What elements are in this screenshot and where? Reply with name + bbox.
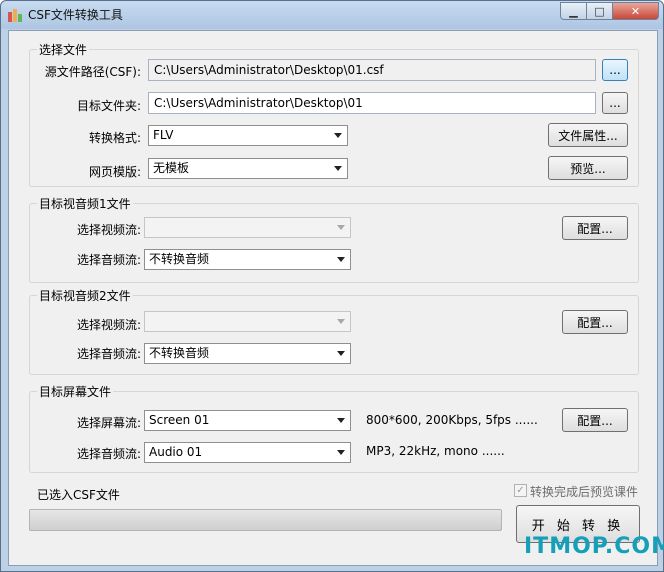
source-path-field[interactable]: C:\Users\Administrator\Desktop\01.csf bbox=[148, 59, 596, 81]
group-av2-title: 目标视音频2文件 bbox=[37, 287, 133, 304]
template-label: 网页模版: bbox=[88, 165, 141, 179]
status-label: 已选入CSF文件 bbox=[37, 488, 120, 502]
screen-audio-label: 选择音频流: bbox=[76, 447, 141, 461]
screen-stream-select[interactable]: Screen 01 bbox=[144, 410, 351, 431]
av2-video-label: 选择视频流: bbox=[76, 318, 141, 332]
chevron-down-icon bbox=[334, 133, 342, 138]
av1-video-select[interactable] bbox=[144, 217, 351, 238]
title-bar[interactable]: CSF文件转换工具 ▁ □ ✕ bbox=[1, 1, 663, 29]
screen-audio-select[interactable]: Audio 01 bbox=[144, 442, 351, 463]
group-av1-title: 目标视音频1文件 bbox=[37, 195, 133, 212]
maximize-icon: □ bbox=[594, 4, 605, 18]
conversion-progress-bar bbox=[29, 509, 502, 531]
av2-audio-select[interactable]: 不转换音频 bbox=[144, 343, 351, 364]
format-select-value: FLV bbox=[153, 128, 174, 142]
av1-config-button[interactable]: 配置... bbox=[562, 216, 628, 240]
target-folder-field[interactable]: C:\Users\Administrator\Desktop\01 bbox=[148, 92, 596, 114]
maximize-button[interactable]: □ bbox=[586, 2, 613, 20]
watermark-text: ITMOP.COM bbox=[524, 534, 664, 559]
target-folder-label: 目标文件夹: bbox=[76, 99, 141, 113]
minimize-icon: ▁ bbox=[569, 4, 578, 18]
target-browse-button[interactable]: ... bbox=[602, 92, 628, 114]
screen-audio-select-value: Audio 01 bbox=[149, 445, 203, 459]
av1-audio-select-value: 不转换音频 bbox=[149, 252, 210, 266]
group-select-file-title: 选择文件 bbox=[37, 41, 90, 58]
screen-audio-info: MP3, 22kHz, mono ...... bbox=[366, 444, 505, 458]
chevron-down-icon bbox=[334, 166, 342, 171]
chevron-down-icon bbox=[337, 257, 345, 262]
av2-config-button[interactable]: 配置... bbox=[562, 310, 628, 334]
window-title: CSF文件转换工具 bbox=[28, 8, 123, 22]
av1-audio-select[interactable]: 不转换音频 bbox=[144, 249, 351, 270]
av1-audio-label: 选择音频流: bbox=[76, 253, 141, 267]
chevron-down-icon bbox=[337, 450, 345, 455]
close-icon: ✕ bbox=[630, 4, 641, 18]
screen-stream-label: 选择屏幕流: bbox=[76, 416, 141, 430]
av2-video-select[interactable] bbox=[144, 311, 351, 332]
preview-after-label: 转换完成后预览课件 bbox=[530, 485, 639, 499]
screen-stream-select-value: Screen 01 bbox=[149, 413, 210, 427]
screen-stream-info: 800*600, 200Kbps, 5fps ...... bbox=[366, 413, 538, 427]
group-screen-title: 目标屏幕文件 bbox=[37, 383, 114, 400]
av1-video-label: 选择视频流: bbox=[76, 223, 141, 237]
close-button[interactable]: ✕ bbox=[612, 2, 659, 20]
preview-after-checkbox[interactable]: ✓ bbox=[514, 484, 527, 497]
format-select[interactable]: FLV bbox=[148, 125, 348, 146]
av2-audio-select-value: 不转换音频 bbox=[149, 346, 210, 360]
source-browse-button[interactable]: ... bbox=[602, 59, 628, 81]
preview-button[interactable]: 预览... bbox=[548, 156, 628, 180]
group-av1 bbox=[29, 203, 639, 283]
av2-audio-label: 选择音频流: bbox=[76, 347, 141, 361]
client-area: 选择文件 源文件路径(CSF): C:\Users\Administrator\… bbox=[8, 30, 664, 566]
file-properties-button[interactable]: 文件属性... bbox=[548, 123, 628, 147]
minimize-button[interactable]: ▁ bbox=[560, 2, 587, 20]
source-path-label: 源文件路径(CSF): bbox=[44, 65, 141, 79]
chevron-down-icon bbox=[337, 351, 345, 356]
template-select-value: 无模板 bbox=[153, 161, 190, 175]
main-window: CSF文件转换工具 ▁ □ ✕ 选择文件 源文件路径(CSF): C:\User… bbox=[0, 0, 664, 572]
format-label: 转换格式: bbox=[88, 131, 141, 145]
screen-config-button[interactable]: 配置... bbox=[562, 408, 628, 432]
chevron-down-icon bbox=[337, 319, 345, 324]
chevron-down-icon bbox=[337, 418, 345, 423]
chevron-down-icon bbox=[337, 225, 345, 230]
app-icon bbox=[8, 9, 22, 22]
template-select[interactable]: 无模板 bbox=[148, 158, 348, 179]
